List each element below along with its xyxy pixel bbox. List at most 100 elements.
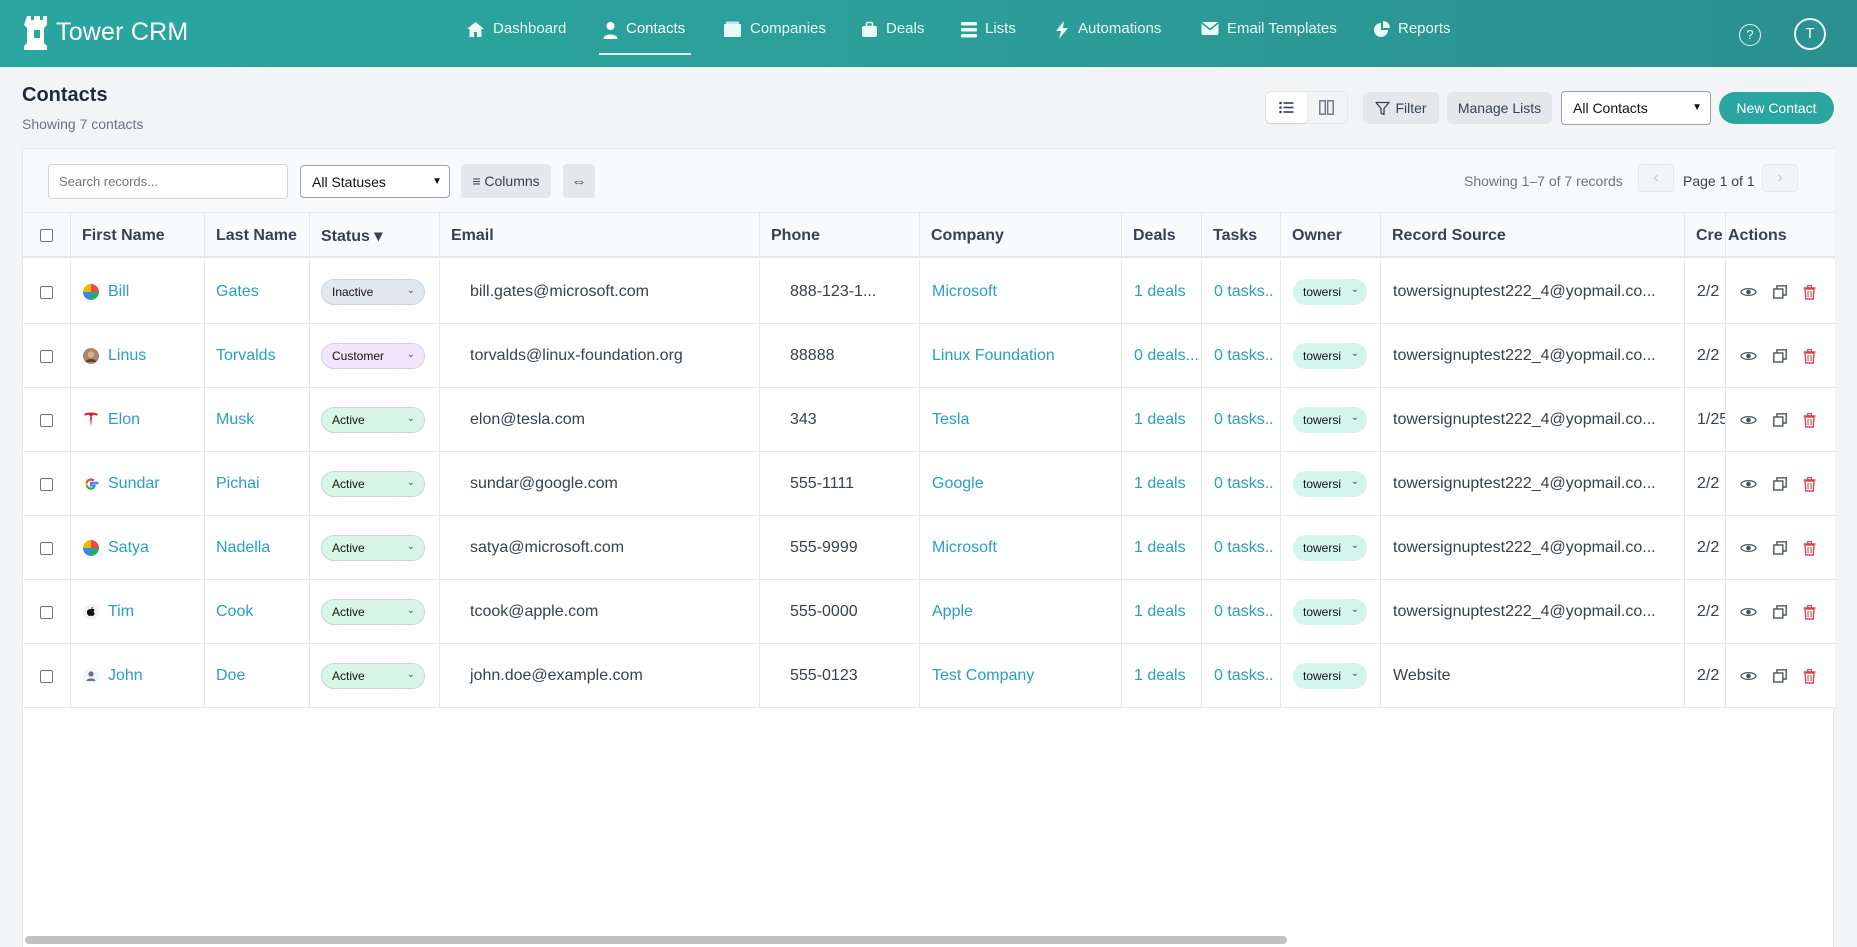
view-eye-icon[interactable] <box>1740 350 1757 362</box>
nav-email-templates[interactable]: Email Templates <box>1201 20 1337 56</box>
header-last-name[interactable]: Last Name <box>205 213 310 258</box>
first-name-link[interactable]: John <box>108 667 143 685</box>
owner-dropdown[interactable]: towersi ⌄ <box>1293 471 1367 497</box>
nav-companies[interactable]: Companies <box>723 20 826 56</box>
tasks-link[interactable]: 0 tasks.. <box>1214 283 1274 301</box>
view-eye-icon[interactable] <box>1740 286 1757 298</box>
table-row[interactable]: Elon Musk Active ⌄ elon@tesla.com 343 Tesla 1 d… <box>23 388 1835 452</box>
header-deals[interactable]: Deals <box>1122 213 1202 258</box>
status-dropdown[interactable]: Inactive ⌄ <box>321 279 425 305</box>
last-name-link[interactable]: Nadella <box>216 539 270 557</box>
status-dropdown[interactable]: Active ⌄ <box>321 471 425 497</box>
user-avatar-button[interactable]: T <box>1794 18 1826 50</box>
owner-dropdown[interactable]: towersi ⌄ <box>1293 663 1367 689</box>
row-checkbox[interactable] <box>40 285 53 299</box>
tasks-link[interactable]: 0 tasks.. <box>1214 603 1274 621</box>
last-name-link[interactable]: Gates <box>216 283 259 301</box>
company-link[interactable]: Microsoft <box>932 539 997 557</box>
deals-link[interactable]: 1 deals <box>1134 603 1186 621</box>
status-dropdown[interactable]: Active ⌄ <box>321 407 425 433</box>
trash-icon[interactable] <box>1803 540 1816 556</box>
table-row[interactable]: Sundar Pichai Active ⌄ sundar@google.com 555-… <box>23 452 1835 516</box>
tasks-link[interactable]: 0 tasks.. <box>1214 475 1274 493</box>
company-link[interactable]: Google <box>932 475 984 493</box>
table-row[interactable]: Linus Torvalds Customer ⌄ torvalds@linux-fou… <box>23 324 1835 388</box>
first-name-link[interactable]: Sundar <box>108 475 160 493</box>
duplicate-icon[interactable] <box>1773 477 1787 491</box>
company-link[interactable]: Microsoft <box>932 283 997 301</box>
trash-icon[interactable] <box>1803 476 1816 492</box>
first-name-link[interactable]: Elon <box>108 411 140 429</box>
duplicate-icon[interactable] <box>1773 605 1787 619</box>
header-created[interactable]: Cre <box>1685 213 1726 258</box>
new-contact-button[interactable]: New Contact <box>1719 92 1834 124</box>
next-page-button[interactable]: › <box>1762 164 1798 192</box>
list-select[interactable]: All Contacts ▼ <box>1561 91 1711 125</box>
list-view-button[interactable] <box>1266 92 1307 123</box>
header-phone[interactable]: Phone <box>760 213 920 258</box>
header-first-name[interactable]: First Name <box>71 213 205 258</box>
company-link[interactable]: Test Company <box>932 667 1034 685</box>
tasks-link[interactable]: 0 tasks.. <box>1214 411 1274 429</box>
table-row[interactable]: Bill Gates Inactive ⌄ bill.gates@microsoft.c… <box>23 260 1835 324</box>
status-dropdown[interactable]: Active ⌄ <box>321 599 425 625</box>
view-eye-icon[interactable] <box>1740 478 1757 490</box>
header-email[interactable]: Email <box>440 213 760 258</box>
owner-dropdown[interactable]: towersi ⌄ <box>1293 407 1367 433</box>
tasks-link[interactable]: 0 tasks.. <box>1214 667 1274 685</box>
company-link[interactable]: Apple <box>932 603 973 621</box>
row-checkbox[interactable] <box>40 413 53 427</box>
first-name-link[interactable]: Linus <box>108 347 146 365</box>
duplicate-icon[interactable] <box>1773 349 1787 363</box>
owner-dropdown[interactable]: towersi ⌄ <box>1293 599 1367 625</box>
view-eye-icon[interactable] <box>1740 606 1757 618</box>
last-name-link[interactable]: Doe <box>216 667 245 685</box>
trash-icon[interactable] <box>1803 284 1816 300</box>
view-eye-icon[interactable] <box>1740 414 1757 426</box>
last-name-link[interactable]: Cook <box>216 603 253 621</box>
nav-reports[interactable]: Reports <box>1373 20 1451 56</box>
last-name-link[interactable]: Torvalds <box>216 347 276 365</box>
view-eye-icon[interactable] <box>1740 542 1757 554</box>
last-name-link[interactable]: Pichai <box>216 475 260 493</box>
table-row[interactable]: John Doe Active ⌄ john.doe@example.com 555-01… <box>23 644 1835 708</box>
trash-icon[interactable] <box>1803 348 1816 364</box>
company-link[interactable]: Linux Foundation <box>932 347 1055 365</box>
last-name-link[interactable]: Musk <box>216 411 254 429</box>
help-button[interactable]: ? <box>1739 24 1761 46</box>
status-filter-select[interactable]: All Statuses ▼ <box>300 165 450 198</box>
view-eye-icon[interactable] <box>1740 670 1757 682</box>
deals-link[interactable]: 1 deals <box>1134 539 1186 557</box>
duplicate-icon[interactable] <box>1773 413 1787 427</box>
table-row[interactable]: Tim Cook Active ⌄ tcook@apple.com 555-0000 App… <box>23 580 1835 644</box>
deals-link[interactable]: 1 deals <box>1134 667 1186 685</box>
trash-icon[interactable] <box>1803 412 1816 428</box>
first-name-link[interactable]: Bill <box>108 283 129 301</box>
nav-contacts[interactable]: Contacts <box>603 20 685 56</box>
status-dropdown[interactable]: Active ⌄ <box>321 663 425 689</box>
header-tasks[interactable]: Tasks <box>1202 213 1281 258</box>
nav-dashboard[interactable]: Dashboard <box>466 20 566 56</box>
select-all-checkbox[interactable] <box>40 229 53 242</box>
header-status[interactable]: Status ▾ <box>310 213 440 258</box>
status-dropdown[interactable]: Customer ⌄ <box>321 343 425 369</box>
trash-icon[interactable] <box>1803 668 1816 684</box>
deals-link[interactable]: 1 deals <box>1134 411 1186 429</box>
status-dropdown[interactable]: Active ⌄ <box>321 535 425 561</box>
manage-lists-button[interactable]: Manage Lists <box>1447 92 1552 124</box>
row-checkbox[interactable] <box>40 605 53 619</box>
search-input[interactable] <box>48 164 288 199</box>
deals-link[interactable]: 1 deals <box>1134 475 1186 493</box>
first-name-link[interactable]: Satya <box>108 539 149 557</box>
deals-link[interactable]: 1 deals <box>1134 283 1186 301</box>
owner-dropdown[interactable]: towersi ⌄ <box>1293 535 1367 561</box>
filter-button[interactable]: Filter <box>1363 92 1439 124</box>
deals-link[interactable]: 0 deals... <box>1134 347 1199 365</box>
company-link[interactable]: Tesla <box>932 411 969 429</box>
board-view-button[interactable] <box>1307 92 1348 123</box>
columns-button[interactable]: ≡ Columns <box>461 164 551 198</box>
row-checkbox[interactable] <box>40 541 53 555</box>
owner-dropdown[interactable]: towersi ⌄ <box>1293 279 1367 305</box>
header-owner[interactable]: Owner <box>1281 213 1381 258</box>
app-logo[interactable]: Tower CRM <box>24 14 188 50</box>
